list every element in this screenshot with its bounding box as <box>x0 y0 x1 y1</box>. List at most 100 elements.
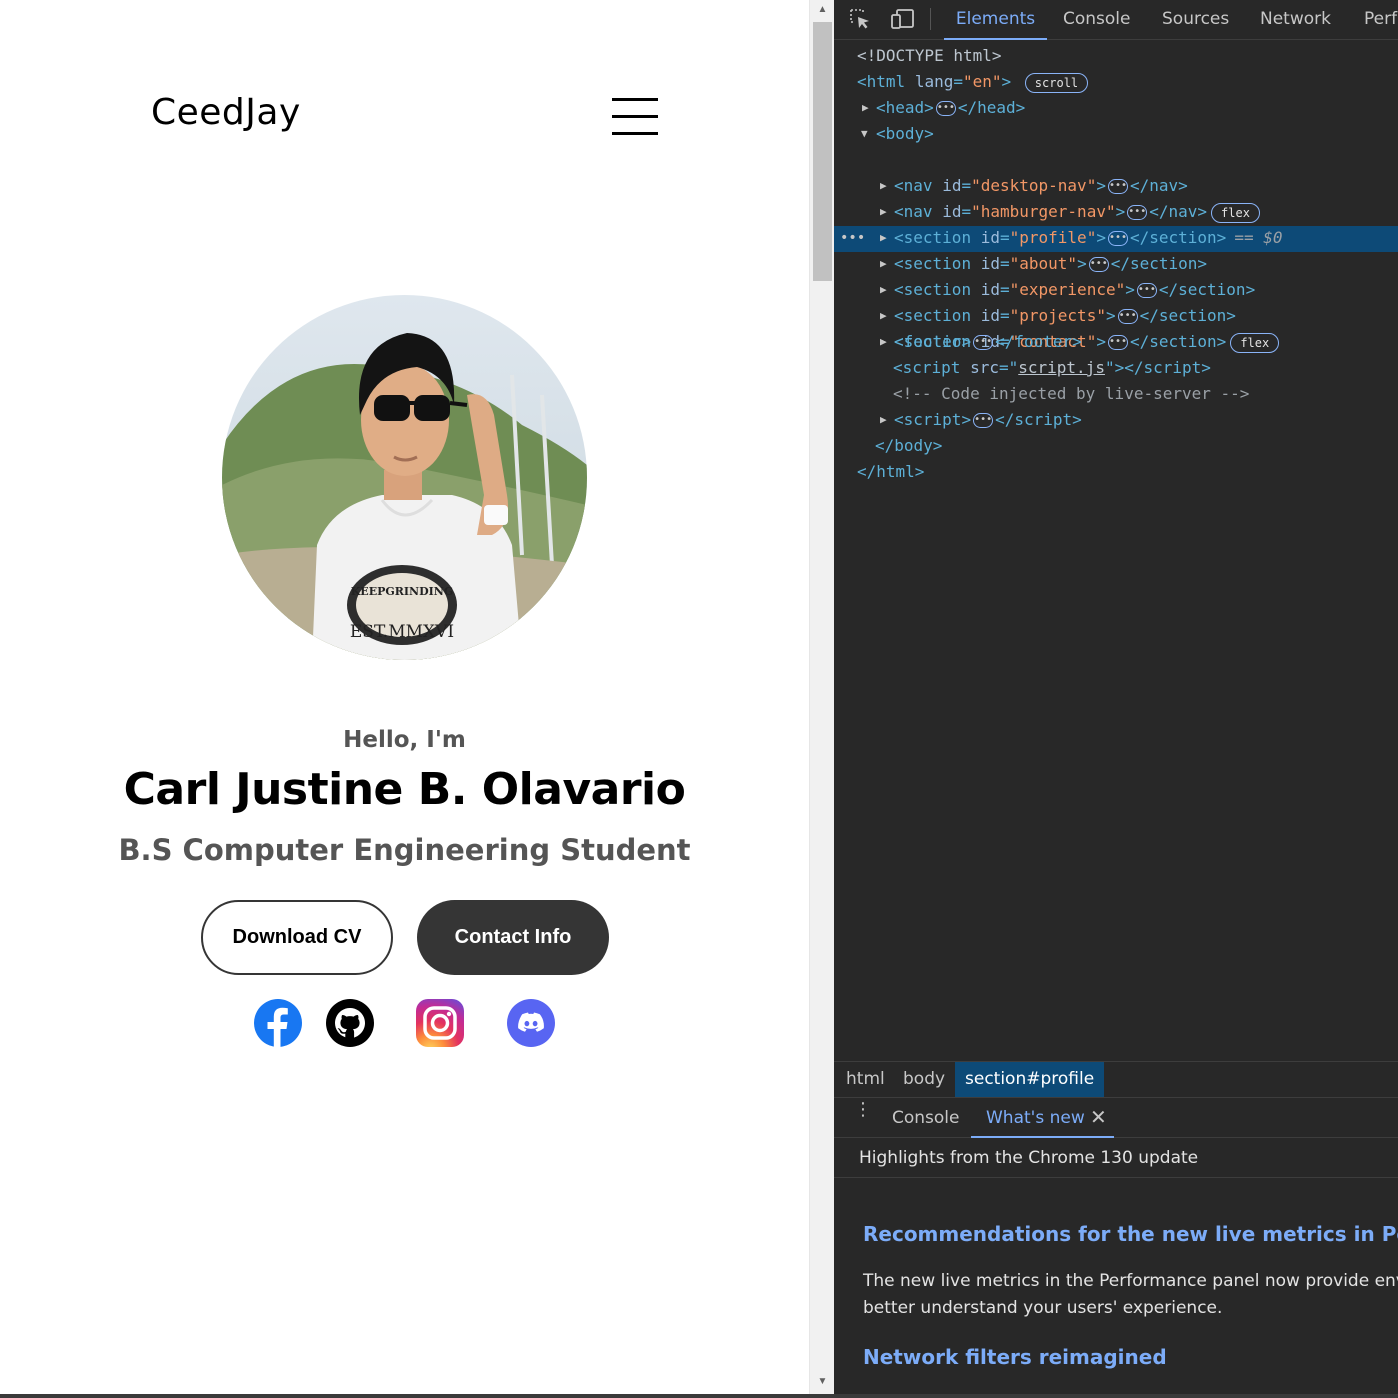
site-logo[interactable]: CeedJay <box>151 92 301 133</box>
tab-network[interactable]: Network <box>1260 0 1331 40</box>
expand-arrow-icon[interactable]: ▶ <box>880 252 887 276</box>
dom-section[interactable]: ▶ <section id="about"> ••• </section> <box>834 252 1398 278</box>
discord-icon[interactable] <box>506 998 556 1048</box>
attr-value: "en" <box>962 72 1002 91</box>
page-viewport: CeedJay KEEPGRINDING EST.MMXVI Hello, I'… <box>0 0 809 1394</box>
dom-comment[interactable]: <!-- Code injected by live-server --> <box>834 382 1398 408</box>
attr-value: "desktop-nav" <box>971 176 1097 195</box>
ellipsis-icon[interactable]: ••• <box>973 413 994 428</box>
drawer-tab-console[interactable]: Console <box>892 1098 960 1138</box>
ellipsis-icon[interactable]: ••• <box>1136 283 1157 298</box>
breadcrumb-body[interactable]: body <box>893 1062 955 1097</box>
element-tag: section <box>903 228 972 247</box>
scroll-badge[interactable]: scroll <box>1024 72 1089 93</box>
expand-arrow-icon[interactable]: ▶ <box>880 200 887 224</box>
attr-name: id <box>980 228 1000 247</box>
whats-new-paragraph-line-2: better understand your users' experience… <box>863 1298 1223 1318</box>
tab-elements[interactable]: Elements <box>944 0 1047 40</box>
element-tag: section <box>903 280 972 299</box>
dom-doctype[interactable]: <!DOCTYPE html> <box>834 44 1398 70</box>
dom-section[interactable]: ▶ <section id="experience"> ••• </section> <box>834 278 1398 304</box>
inspect-element-icon[interactable] <box>849 8 871 30</box>
collapse-arrow-icon[interactable]: ▼ <box>861 122 868 146</box>
script-src-link[interactable]: script.js <box>1018 358 1105 377</box>
tab-performance[interactable]: Perfo <box>1364 0 1398 40</box>
element-tag: section <box>903 306 972 325</box>
dom-nav[interactable]: ▶ <nav id="hamburger-nav"> ••• </nav> flex <box>834 200 1398 226</box>
drawer-tab-bar: ⋮ Console What's new ✕ <box>834 1097 1398 1138</box>
flex-badge[interactable]: flex <box>1211 202 1260 223</box>
close-icon[interactable]: ✕ <box>1090 1098 1107 1138</box>
tab-sources[interactable]: Sources <box>1162 0 1229 40</box>
device-toolbar-icon[interactable] <box>891 8 914 30</box>
hamburger-line <box>612 115 658 118</box>
instagram-icon[interactable] <box>415 998 465 1048</box>
dom-script[interactable]: ▶ <script> ••• </script> <box>834 408 1398 434</box>
row-menu-icon[interactable]: ••• <box>840 226 865 250</box>
ellipsis-icon[interactable]: ••• <box>1127 205 1148 220</box>
html-tag: <html <box>857 72 906 91</box>
attr-value: "about" <box>1009 254 1078 273</box>
dom-nav[interactable]: ▶ <nav id="desktop-nav"> ••• </nav> <box>834 174 1398 200</box>
script-tag-close: script <box>1014 410 1073 429</box>
element-tag-close: nav <box>1168 202 1198 221</box>
ellipsis-icon[interactable]: ••• <box>1117 309 1138 324</box>
ellipsis-icon[interactable]: ••• <box>935 101 956 116</box>
dom-footer[interactable]: ▶ <footer> ••• </footer> <box>834 330 1398 356</box>
more-options-icon[interactable]: ⋮ <box>854 1101 872 1119</box>
shirt-text-top: KEEPGRINDING <box>351 585 453 598</box>
breadcrumb: html body section#profile <box>834 1061 1398 1097</box>
dom-head[interactable]: ▶ <head> ••• </head> <box>834 96 1398 122</box>
script-tag: script <box>903 410 962 429</box>
whats-new-header: Highlights from the Chrome 130 update <box>834 1139 1398 1178</box>
profile-title: B.S Computer Engineering Student <box>118 833 691 867</box>
dom-html[interactable]: <html lang="en"> scroll <box>834 70 1398 96</box>
attr-value: "profile" <box>1009 228 1097 247</box>
ellipsis-icon[interactable]: ••• <box>1107 231 1128 246</box>
footer-tag-close: footer <box>1014 332 1073 351</box>
dom-section[interactable]: ▶ <section id="projects"> ••• </section> <box>834 304 1398 330</box>
element-tag: nav <box>903 176 933 195</box>
github-icon[interactable] <box>325 998 375 1048</box>
whats-new-paragraph-line-1: The new live metrics in the Performance … <box>863 1271 1398 1291</box>
scrollbar-thumb[interactable] <box>813 22 832 281</box>
expand-arrow-icon[interactable]: ▶ <box>862 96 869 120</box>
profile-picture: KEEPGRINDING EST.MMXVI <box>222 295 587 660</box>
expand-arrow-icon[interactable]: ▶ <box>880 408 887 432</box>
dom-body[interactable]: ▼ <body> <box>834 122 1398 148</box>
dom-body-close[interactable]: </body> <box>834 434 1398 460</box>
facebook-icon[interactable] <box>253 998 303 1048</box>
element-tag-close: section <box>1129 254 1198 273</box>
expand-arrow-icon[interactable]: ▶ <box>880 304 887 328</box>
ellipsis-icon[interactable]: ••• <box>973 335 994 350</box>
tab-console[interactable]: Console <box>1063 0 1131 40</box>
dom-script-src[interactable]: <script src="script.js"></script> <box>834 356 1398 382</box>
dom-section[interactable]: ••• ▶ <section id="profile"> ••• </section> =… <box>834 226 1398 252</box>
head-tag-close: head <box>977 98 1016 117</box>
ellipsis-icon[interactable]: ••• <box>1107 179 1128 194</box>
expand-arrow-icon[interactable]: ▶ <box>880 174 887 198</box>
ellipsis-icon[interactable]: ••• <box>1088 257 1109 272</box>
element-tag-close: section <box>1178 280 1246 299</box>
element-tag-close: section <box>1158 306 1227 325</box>
whats-new-heading-2[interactable]: Network filters reimagined <box>863 1345 1167 1369</box>
download-cv-button[interactable]: Download CV <box>201 900 393 975</box>
hamburger-line <box>612 98 658 101</box>
hamburger-menu-icon[interactable] <box>612 98 658 136</box>
breadcrumb-section-profile[interactable]: section#profile <box>955 1062 1105 1097</box>
expand-arrow-icon[interactable]: ▶ <box>880 226 887 250</box>
element-tag: section <box>903 254 972 273</box>
devtools-tab-bar: Elements Console Sources Network Perfo <box>834 0 1398 40</box>
expand-arrow-icon[interactable]: ▶ <box>880 278 887 302</box>
breadcrumb-html[interactable]: html <box>836 1062 895 1097</box>
shirt-text-bottom: EST.MMXVI <box>350 622 454 642</box>
expand-arrow-icon[interactable]: ▶ <box>880 330 887 354</box>
dom-html-close[interactable]: </html> <box>834 460 1398 486</box>
head-tag: head <box>885 98 925 117</box>
scroll-down-arrow-icon[interactable]: ▼ <box>810 1376 835 1387</box>
contact-info-button[interactable]: Contact Info <box>417 900 609 975</box>
devtools-panel: Elements Console Sources Network Perfo <… <box>834 0 1398 1394</box>
scroll-up-arrow-icon[interactable]: ▲ <box>810 4 835 15</box>
whats-new-heading-1[interactable]: Recommendations for the new live metrics… <box>863 1222 1398 1246</box>
page-scrollbar[interactable]: ▲ ▼ <box>809 0 834 1394</box>
